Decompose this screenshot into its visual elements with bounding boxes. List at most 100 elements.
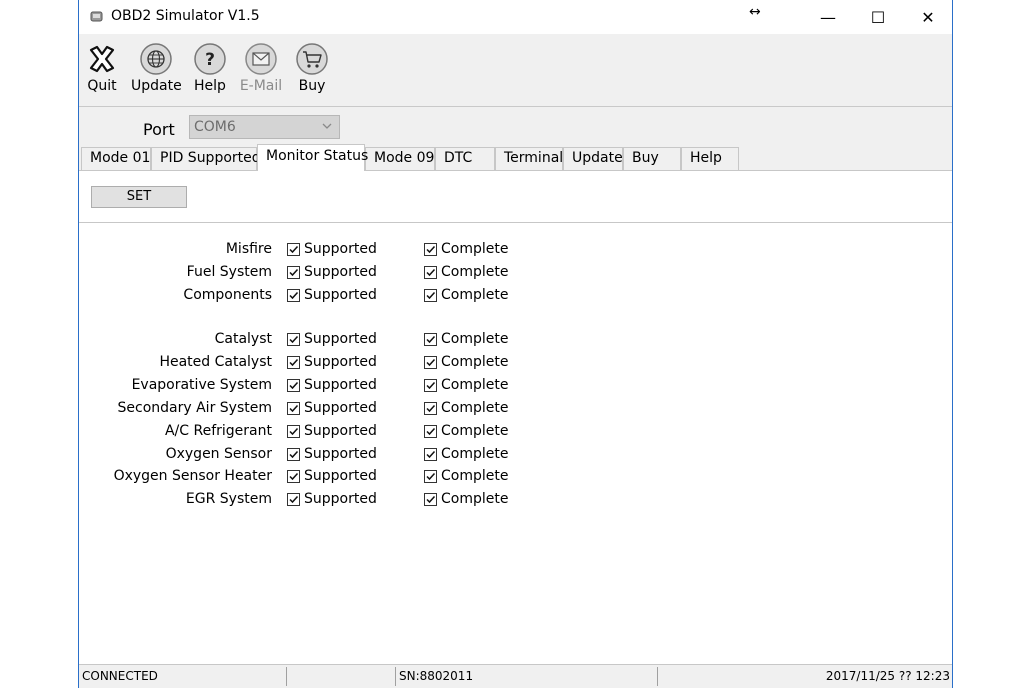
complete-label: Complete bbox=[441, 468, 509, 484]
chevron-down-icon bbox=[322, 123, 332, 129]
help-label: Help bbox=[194, 78, 226, 94]
complete-checkbox[interactable] bbox=[424, 470, 437, 483]
tab-buy[interactable]: Buy bbox=[623, 147, 681, 170]
tab-terminal[interactable]: Terminal bbox=[495, 147, 563, 170]
monitor-name: Heated Catalyst bbox=[159, 354, 272, 370]
supported-checkbox[interactable] bbox=[287, 379, 300, 392]
complete-label: Complete bbox=[441, 264, 509, 280]
mail-icon bbox=[245, 43, 277, 75]
settings-panel: SET bbox=[79, 170, 952, 223]
monitor-row: Catalyst Supported Complete bbox=[79, 331, 952, 351]
tab-mode-09[interactable]: Mode 09 bbox=[365, 147, 435, 170]
complete-label: Complete bbox=[441, 423, 509, 439]
port-value: COM6 bbox=[194, 119, 236, 135]
complete-label: Complete bbox=[441, 241, 509, 257]
help-button[interactable]: ? Help bbox=[193, 38, 227, 94]
serial-number: SN:8802011 bbox=[399, 669, 474, 683]
tab-monitor-status[interactable]: Monitor Status bbox=[257, 144, 368, 171]
buy-button[interactable]: Buy bbox=[295, 38, 329, 94]
complete-checkbox[interactable] bbox=[424, 289, 437, 302]
tab-dtc[interactable]: DTC bbox=[435, 147, 495, 170]
supported-checkbox[interactable] bbox=[287, 470, 300, 483]
status-bar: CONNECTED SN:8802011 2017/11/25 ?? 12:23 bbox=[79, 664, 952, 688]
supported-label: Supported bbox=[304, 264, 377, 280]
monitor-row: Components Supported Complete bbox=[79, 287, 952, 307]
monitor-row: Evaporative System Supported Complete bbox=[79, 377, 952, 397]
svg-text:?: ? bbox=[205, 50, 215, 70]
resize-arrow-icon: ↔ bbox=[749, 4, 761, 20]
supported-label: Supported bbox=[304, 446, 377, 462]
monitor-name: Fuel System bbox=[186, 264, 272, 280]
complete-label: Complete bbox=[441, 287, 509, 303]
supported-label: Supported bbox=[304, 491, 377, 507]
tab-help[interactable]: Help bbox=[681, 147, 739, 170]
complete-checkbox[interactable] bbox=[424, 402, 437, 415]
monitor-status-panel: Misfire Supported Complete Fuel System Suppo… bbox=[79, 223, 952, 664]
window-title: OBD2 Simulator V1.5 bbox=[111, 8, 260, 24]
supported-checkbox[interactable] bbox=[287, 243, 300, 256]
complete-label: Complete bbox=[441, 354, 509, 370]
app-icon bbox=[90, 11, 103, 22]
cart-icon bbox=[296, 43, 328, 75]
complete-checkbox[interactable] bbox=[424, 425, 437, 438]
monitor-name: Oxygen Sensor bbox=[165, 446, 272, 462]
complete-label: Complete bbox=[441, 377, 509, 393]
monitor-row: Misfire Supported Complete bbox=[79, 241, 952, 261]
set-button[interactable]: SET bbox=[91, 186, 187, 208]
complete-checkbox[interactable] bbox=[424, 493, 437, 506]
quit-label: Quit bbox=[87, 78, 117, 94]
tab-update[interactable]: Update bbox=[563, 147, 623, 170]
title-bar[interactable]: OBD2 Simulator V1.5 ↔ — ☐ ✕ bbox=[79, 0, 952, 34]
supported-label: Supported bbox=[304, 241, 377, 257]
supported-label: Supported bbox=[304, 354, 377, 370]
monitor-row: Oxygen Sensor Heater Supported Complete bbox=[79, 468, 952, 488]
port-row: Port COM6 bbox=[79, 106, 952, 146]
tab-strip: Mode 01 PID Supported Monitor Status Mod… bbox=[79, 144, 952, 171]
complete-checkbox[interactable] bbox=[424, 379, 437, 392]
email-label: E-Mail bbox=[239, 78, 283, 94]
monitor-name: EGR System bbox=[185, 491, 272, 507]
complete-label: Complete bbox=[441, 446, 509, 462]
monitor-row: A/C Refrigerant Supported Complete bbox=[79, 423, 952, 443]
supported-label: Supported bbox=[304, 331, 377, 347]
supported-label: Supported bbox=[304, 287, 377, 303]
minimize-button[interactable]: — bbox=[805, 0, 851, 34]
complete-checkbox[interactable] bbox=[424, 266, 437, 279]
tab-pid-supported[interactable]: PID Supported bbox=[151, 147, 261, 170]
supported-checkbox[interactable] bbox=[287, 333, 300, 346]
supported-checkbox[interactable] bbox=[287, 356, 300, 369]
help-icon: ? bbox=[194, 43, 226, 75]
tab-mode-01[interactable]: Mode 01 bbox=[81, 147, 151, 170]
port-select[interactable]: COM6 bbox=[189, 115, 340, 139]
monitor-name: Misfire bbox=[225, 241, 272, 257]
supported-checkbox[interactable] bbox=[287, 402, 300, 415]
supported-checkbox[interactable] bbox=[287, 266, 300, 279]
quit-icon bbox=[89, 45, 115, 73]
monitor-row: Secondary Air System Supported Complete bbox=[79, 400, 952, 420]
monitor-name: A/C Refrigerant bbox=[164, 423, 272, 439]
maximize-button[interactable]: ☐ bbox=[855, 0, 901, 34]
monitor-name: Evaporative System bbox=[131, 377, 272, 393]
status-datetime: 2017/11/25 ?? 12:23 bbox=[825, 669, 950, 683]
supported-checkbox[interactable] bbox=[287, 289, 300, 302]
globe-icon bbox=[140, 43, 172, 75]
supported-checkbox[interactable] bbox=[287, 493, 300, 506]
buy-label: Buy bbox=[298, 78, 326, 94]
status-empty-cell bbox=[287, 665, 395, 688]
quit-button[interactable]: Quit bbox=[85, 38, 119, 94]
port-label: Port bbox=[143, 120, 175, 139]
supported-checkbox[interactable] bbox=[287, 425, 300, 438]
complete-checkbox[interactable] bbox=[424, 243, 437, 256]
complete-checkbox[interactable] bbox=[424, 356, 437, 369]
complete-checkbox[interactable] bbox=[424, 333, 437, 346]
complete-checkbox[interactable] bbox=[424, 448, 437, 461]
supported-label: Supported bbox=[304, 423, 377, 439]
email-button[interactable]: E-Mail bbox=[239, 38, 283, 94]
monitor-name: Secondary Air System bbox=[117, 400, 272, 416]
supported-checkbox[interactable] bbox=[287, 448, 300, 461]
close-button[interactable]: ✕ bbox=[905, 0, 951, 34]
supported-label: Supported bbox=[304, 377, 377, 393]
complete-label: Complete bbox=[441, 491, 509, 507]
supported-label: Supported bbox=[304, 400, 377, 416]
update-button[interactable]: Update bbox=[131, 38, 182, 94]
